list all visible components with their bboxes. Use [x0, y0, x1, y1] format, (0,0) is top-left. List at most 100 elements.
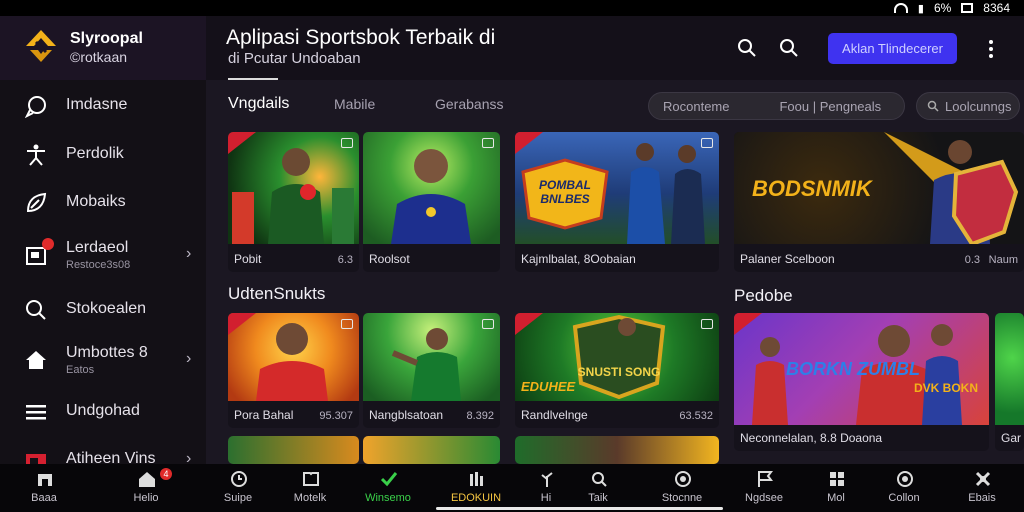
nav-badge: 4	[160, 468, 172, 480]
sidebar-item-umbottes[interactable]: Umbottes 8 Eatos ›	[0, 336, 206, 382]
game-card[interactable]: Roolsot	[363, 132, 500, 272]
sidebar-item-lerdaeol[interactable]: Lerdaeol Restoce3s08 ›	[0, 231, 206, 277]
app-header: Slyroopal ©rotkaan Aplipasi Sportsbok Te…	[0, 16, 1024, 80]
circle-icon	[897, 471, 913, 487]
check-icon	[380, 472, 398, 487]
search-icon	[927, 100, 939, 112]
card-menu-icon[interactable]	[482, 138, 494, 148]
grid-icon	[830, 472, 844, 486]
login-button[interactable]: Aklan Tlindecerer	[828, 33, 957, 64]
nav-item-helio[interactable]: 4 Helio	[116, 468, 176, 508]
puzzle-icon	[975, 471, 991, 487]
nav-item-winsemo[interactable]: Winsemo	[358, 468, 418, 508]
nav-label: Helio	[133, 492, 159, 504]
card-value: 8.392	[466, 410, 494, 422]
brand-block[interactable]: Slyroopal ©rotkaan	[0, 16, 206, 80]
filter-option-2[interactable]: Foou | Pengneals	[779, 99, 881, 114]
game-art-title: BODSNMIK	[752, 176, 872, 201]
nav-label: Suipe	[223, 492, 253, 504]
zoom-icon[interactable]	[778, 37, 800, 59]
game-card[interactable]: SNUSTI SONG EDUHEE Randlvelnge 63.532	[515, 313, 719, 428]
sidebar-item-label: Stokoealen	[66, 300, 147, 317]
nav-item-suipe[interactable]: Suipe	[208, 468, 268, 508]
card-menu-icon[interactable]	[701, 138, 713, 148]
nav-label: Winsemo	[365, 492, 411, 504]
sidebar-item-stokoealen[interactable]: Stokoealen	[0, 286, 206, 332]
game-card[interactable]: Gar	[995, 313, 1024, 451]
sidebar-item-undgohad[interactable]: Undgohad	[0, 388, 206, 434]
game-art-subtitle: DVK BOKN	[914, 381, 979, 395]
card-menu-icon[interactable]	[341, 138, 353, 148]
game-card[interactable]: BODSNMIK Palaner Scelboon 0.3 Naum	[734, 132, 1024, 272]
battery-text: 6%	[933, 1, 952, 15]
card-value: 63.532	[679, 410, 713, 422]
card-image	[228, 436, 359, 464]
sidebar-item-mobaiks[interactable]: Mobaiks	[0, 179, 206, 225]
card-menu-icon[interactable]	[341, 319, 353, 329]
card-image	[515, 436, 719, 464]
nav-label: EDOKUIN	[450, 492, 502, 504]
menu-icon	[26, 405, 46, 420]
game-card[interactable]: POMBAL BNLBES Kajmlbalat, 8Oobaian	[515, 132, 719, 272]
card-image	[228, 132, 359, 244]
nav-item-motelk[interactable]: Motelk	[280, 468, 340, 508]
tab-vngdails[interactable]: Vngdails	[228, 95, 289, 113]
sidebar-item-label: Mobaiks	[66, 193, 126, 210]
nav-item-hi[interactable]: Hi	[516, 468, 576, 508]
nav-item-stocnne[interactable]: Stocnne	[652, 468, 712, 508]
nav-item-baaa[interactable]: Baaa	[14, 468, 74, 508]
card-value: 6.3	[337, 254, 353, 266]
card-image: SNUSTI SONG EDUHEE	[515, 313, 719, 401]
game-card[interactable]: Nangblsatoan 8.392	[363, 313, 500, 428]
nav-item-mol[interactable]: Mol	[806, 468, 866, 508]
tab-gerabanss[interactable]: Gerabanss	[435, 96, 503, 112]
search-pill[interactable]: Loolcunngs	[916, 92, 1020, 120]
nav-label: Motelk	[293, 492, 327, 504]
sidebar-item-imdasne[interactable]: Imdasne	[0, 82, 206, 128]
sidebar-item-perdolik[interactable]: Perdolik	[0, 131, 206, 177]
sidebar-item-sublabel: Eatos	[66, 364, 95, 376]
brand-subtitle: ©rotkaan	[70, 49, 128, 65]
clock-icon	[231, 471, 247, 487]
card-menu-icon[interactable]	[482, 319, 494, 329]
game-card[interactable]: Pobit 6.3	[228, 132, 359, 272]
card-image: POMBAL BNLBES	[515, 132, 719, 244]
nav-label: Ebais	[968, 492, 996, 504]
card-menu-icon[interactable]	[701, 319, 713, 329]
game-card[interactable]	[228, 436, 359, 464]
chevron-right-icon: ›	[186, 350, 192, 367]
card-title: Roolsot	[369, 252, 410, 266]
target-icon	[675, 471, 691, 487]
game-card[interactable]: Pora Bahal 95.307	[228, 313, 359, 428]
main-content: Vngdails Mabile Gerabanss Roconteme Foou…	[206, 80, 1024, 464]
search-icon[interactable]	[736, 37, 758, 59]
game-card[interactable]	[363, 436, 500, 464]
card-title: Randlvelnge	[521, 408, 588, 422]
section-title: Pedobe	[734, 286, 793, 305]
game-art-title: BORKN ZUMBL	[786, 359, 920, 379]
nav-item-ebais[interactable]: Ebais	[952, 468, 1012, 508]
filter-option-1[interactable]: Roconteme	[663, 99, 729, 114]
sidebar-item-label: Perdolik	[66, 145, 124, 162]
search-placeholder: Loolcunngs	[945, 98, 1012, 114]
nav-item-ngdsee[interactable]: Ngdsee	[734, 468, 794, 508]
more-vertical-icon[interactable]	[982, 37, 1000, 61]
tab-mabile[interactable]: Mabile	[334, 96, 375, 112]
filter-bar[interactable]: Roconteme Foou | Pengneals	[648, 92, 905, 120]
card-image	[228, 313, 359, 401]
card-image	[363, 313, 500, 401]
wifi-icon	[893, 3, 908, 13]
nav-item-collon[interactable]: Collon	[874, 468, 934, 508]
sport-player-icon	[27, 144, 45, 166]
nav-item-taik[interactable]: Taik	[568, 468, 628, 508]
nav-item-edokuin[interactable]: EDOKUIN	[446, 468, 506, 508]
page-subtitle: di Pcutar Undoaban	[228, 50, 361, 67]
game-card[interactable]: BORKN ZUMBL DVK BOKN Neconnelalan, 8.8 D…	[734, 313, 989, 451]
card-image	[363, 436, 500, 464]
rocket-icon	[26, 192, 47, 213]
battery-icon	[961, 3, 974, 13]
game-card[interactable]	[515, 436, 719, 464]
card-title: Pobit	[234, 252, 262, 266]
game-art-subtitle: EDUHEE	[521, 379, 576, 394]
book-icon	[303, 472, 319, 486]
